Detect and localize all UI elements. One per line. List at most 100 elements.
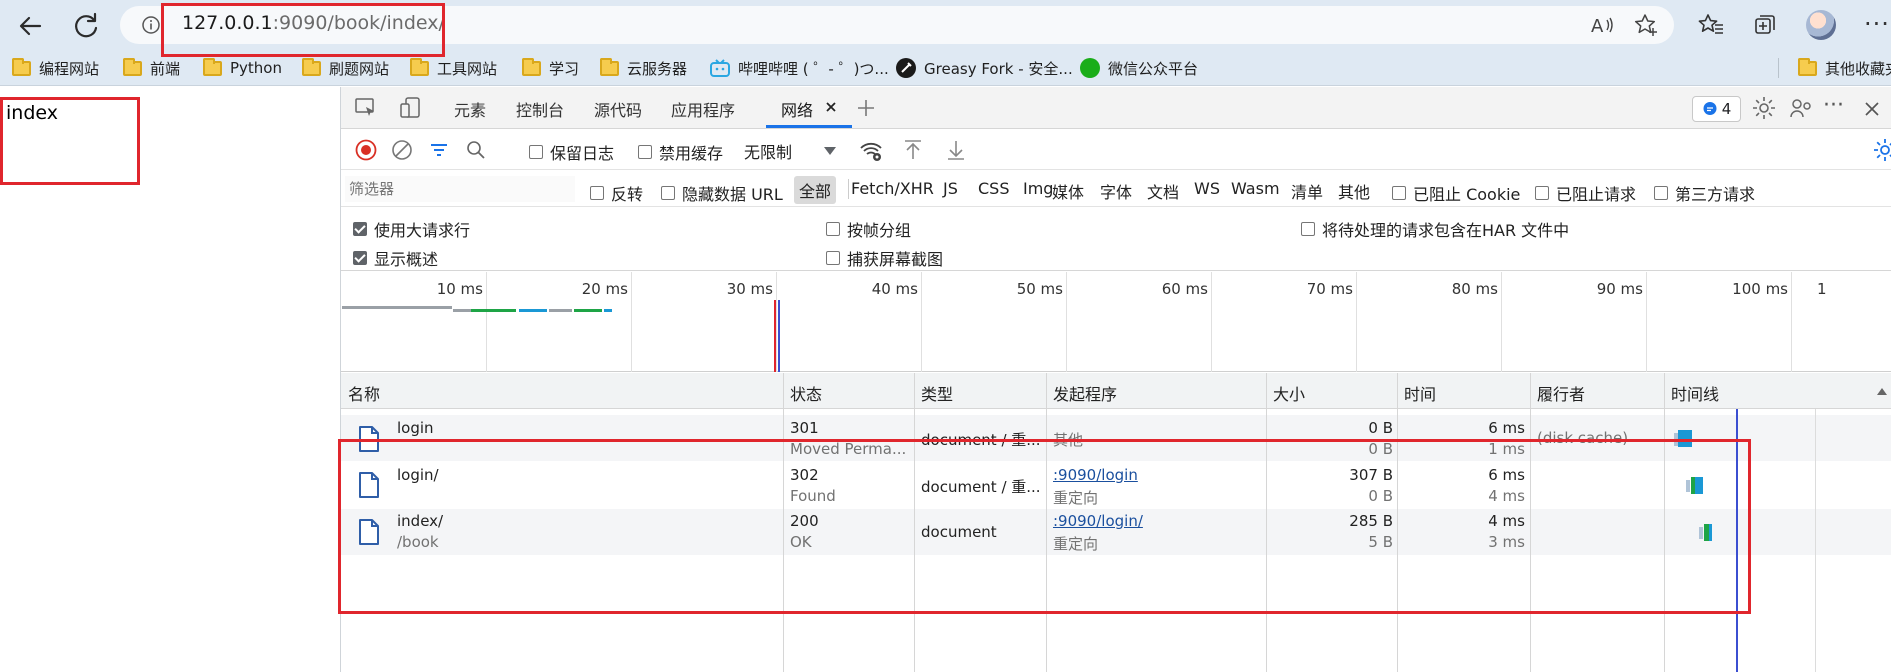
divider: [848, 179, 849, 199]
overview-gridline: [1356, 272, 1357, 372]
clear-icon[interactable]: [389, 137, 415, 163]
col-header-name[interactable]: 名称: [348, 381, 380, 405]
overview-tick: 1: [1817, 280, 1827, 298]
filter-type-fetch-xhr[interactable]: Fetch/XHR: [851, 179, 934, 198]
disable-cache-checkbox[interactable]: 禁用缓存: [638, 140, 723, 164]
filter-input[interactable]: [345, 176, 575, 202]
add-tab-icon[interactable]: [853, 95, 879, 121]
more-options-icon[interactable]: ···: [1823, 93, 1849, 119]
search-icon[interactable]: [463, 137, 489, 163]
show-overview-checkbox[interactable]: 显示概述: [353, 246, 438, 270]
bookmark-folder[interactable]: 学习: [522, 57, 579, 79]
sort-caret-icon[interactable]: [1877, 388, 1887, 395]
bookmark-folder[interactable]: 刷题网站: [302, 57, 389, 79]
record-stop-icon[interactable]: [353, 137, 379, 163]
request-initiator-link[interactable]: :9090/login: [1053, 466, 1138, 484]
close-devtools-icon[interactable]: [1859, 96, 1885, 122]
hide-data-urls-checkbox[interactable]: 隐藏数据 URL: [661, 181, 783, 205]
bookmark-label: 工具网站: [437, 59, 498, 78]
browser-toolbar: 127.0.0.1:9090/book/index/ A ···: [0, 0, 1891, 50]
settings-gear-icon[interactable]: [1751, 95, 1777, 121]
group-by-frame-checkbox[interactable]: 按帧分组: [826, 217, 911, 241]
tab-console[interactable]: 控制台: [516, 97, 564, 121]
col-header-status[interactable]: 状态: [790, 381, 822, 405]
request-time: 4 ms: [1488, 512, 1525, 530]
request-initiator-reason: 重定向: [1053, 489, 1099, 507]
screenshots-checkbox[interactable]: 捕获屏幕截图: [826, 246, 943, 270]
read-aloud-icon[interactable]: A: [1589, 12, 1615, 38]
info-icon[interactable]: [141, 15, 161, 35]
filter-type-img[interactable]: Img: [1023, 179, 1053, 198]
filter-icon[interactable]: [426, 137, 452, 163]
favorites-icon[interactable]: [1697, 11, 1725, 39]
more-menu-icon[interactable]: ···: [1864, 10, 1890, 38]
folder-icon: [410, 57, 429, 76]
bookmark-folder[interactable]: 其他收藏夹: [1798, 57, 1891, 79]
bookmark-label: 微信公众平台: [1108, 59, 1199, 78]
filter-type-manifest[interactable]: 清单: [1291, 179, 1323, 203]
bookmark-folder[interactable]: 云服务器: [600, 57, 687, 79]
filter-type-wasm[interactable]: Wasm: [1231, 179, 1280, 198]
col-header-waterfall[interactable]: 时间线: [1671, 381, 1719, 405]
blocked-cookies-checkbox[interactable]: 已阻止 Cookie: [1392, 181, 1520, 205]
table-row[interactable]: login 301 Moved Perma... document / 重...…: [341, 415, 1891, 461]
table-row[interactable]: login/ 302 Found document / 重... :9090/l…: [341, 461, 1891, 509]
bookmark-folder[interactable]: 前端: [123, 57, 180, 79]
customize-icon[interactable]: [1788, 95, 1814, 121]
request-type: document: [921, 523, 997, 541]
back-arrow-icon[interactable]: [14, 10, 46, 42]
col-header-type[interactable]: 类型: [921, 381, 953, 405]
add-favorite-icon[interactable]: [1633, 12, 1659, 38]
profile-avatar[interactable]: [1806, 10, 1836, 40]
bookmark-link[interactable]: Greasy Fork - 安全...: [896, 57, 1073, 79]
filter-type-media[interactable]: 媒体: [1052, 179, 1084, 203]
filter-type-css[interactable]: CSS: [978, 179, 1009, 198]
column-divider: [914, 373, 915, 672]
bookmark-link[interactable]: 微信公众平台: [1080, 57, 1198, 79]
request-resource-size: 5 B: [1368, 533, 1393, 551]
address-url[interactable]: 127.0.0.1:9090/book/index/: [182, 12, 445, 34]
filter-type-js[interactable]: JS: [943, 179, 958, 198]
inspect-element-icon[interactable]: [353, 95, 379, 121]
throttle-select[interactable]: 无限制: [744, 138, 844, 164]
table-row[interactable]: index/ /book 200 OK document :9090/login…: [341, 509, 1891, 555]
request-size: 307 B: [1349, 466, 1393, 484]
third-party-checkbox[interactable]: 第三方请求: [1654, 181, 1755, 205]
tab-elements[interactable]: 元素: [454, 97, 486, 121]
checkbox-box: [353, 251, 367, 265]
bookmark-folder[interactable]: 编程网站: [12, 57, 99, 79]
filter-type-doc[interactable]: 文档: [1147, 179, 1179, 203]
reload-icon[interactable]: [70, 10, 102, 42]
bookmark-link[interactable]: 哔哩哔哩 ( ゜- ゜)つ...: [710, 57, 889, 79]
invert-checkbox[interactable]: 反转: [590, 181, 643, 205]
device-emulation-icon[interactable]: [398, 95, 424, 121]
request-initiator-link[interactable]: :9090/login/: [1053, 512, 1143, 530]
col-header-size[interactable]: 大小: [1273, 381, 1305, 405]
issues-badge[interactable]: 4: [1692, 96, 1741, 122]
overview-bar: [471, 309, 516, 312]
col-header-time[interactable]: 时间: [1404, 381, 1436, 405]
big-rows-checkbox[interactable]: 使用大请求行: [353, 217, 470, 241]
bookmark-folder[interactable]: 工具网站: [410, 57, 497, 79]
col-header-initiator[interactable]: 发起程序: [1053, 381, 1117, 405]
filter-type-other[interactable]: 其他: [1338, 179, 1370, 203]
preserve-log-checkbox[interactable]: 保留日志: [529, 140, 614, 164]
upload-icon[interactable]: [900, 137, 926, 163]
blocked-requests-checkbox[interactable]: 已阻止请求: [1535, 181, 1636, 205]
download-icon[interactable]: [943, 137, 969, 163]
bookmark-folder[interactable]: Python: [203, 57, 282, 79]
tab-sources[interactable]: 源代码: [594, 97, 642, 121]
filter-type-font[interactable]: 字体: [1100, 179, 1132, 203]
tab-application[interactable]: 应用程序: [671, 97, 735, 121]
filter-type-all[interactable]: 全部: [794, 176, 837, 204]
filter-type-ws[interactable]: WS: [1194, 179, 1220, 198]
network-settings-icon[interactable]: [1872, 137, 1891, 163]
har-pending-checkbox[interactable]: 将待处理的请求包含在HAR 文件中: [1301, 217, 1569, 241]
close-tab-icon[interactable]: [821, 97, 841, 117]
collections-icon[interactable]: [1751, 11, 1779, 39]
overview-gridline: [1066, 272, 1067, 372]
tab-network[interactable]: 网络: [781, 97, 813, 121]
network-conditions-icon[interactable]: [858, 137, 884, 163]
col-header-fulfilled-by[interactable]: 履行者: [1537, 381, 1585, 405]
page-viewport: [0, 87, 340, 672]
